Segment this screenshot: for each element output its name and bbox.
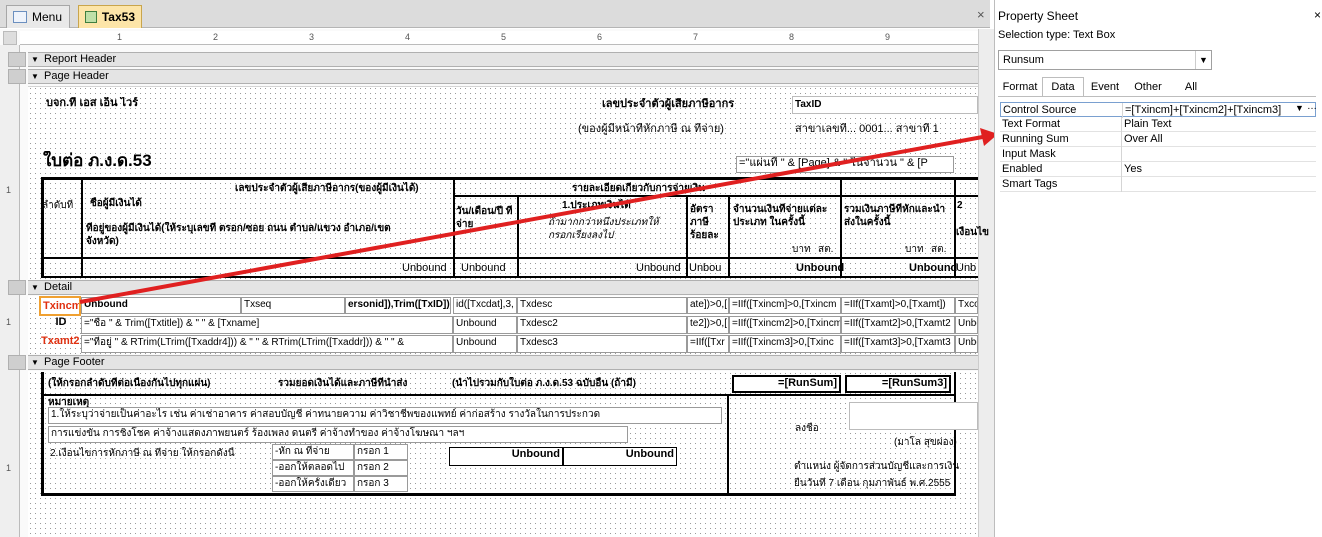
tab-other[interactable]: Other	[1126, 77, 1170, 97]
selection-type: Selection type: Text Box	[998, 29, 1116, 41]
chevron-down-icon[interactable]: ▼	[1295, 103, 1304, 113]
property-row-control-source[interactable]: Control Source =[Txincm]+[Txincm2]+[Txin…	[1000, 101, 1317, 118]
tab-event[interactable]: Event	[1084, 77, 1126, 97]
builder-icon[interactable]: …	[1307, 101, 1317, 112]
property-row-running-sum[interactable]: Running Sum Over All	[1000, 132, 1316, 147]
close-icon[interactable]: ×	[1314, 8, 1321, 22]
chevron-down-icon[interactable]: ▼	[1195, 51, 1211, 69]
property-row-input-mask[interactable]: Input Mask	[1000, 147, 1316, 162]
tab-data[interactable]: Data	[1042, 77, 1084, 97]
annotation-arrow	[79, 128, 998, 304]
tab-all[interactable]: All	[1170, 77, 1212, 97]
property-sheet-title: Property Sheet	[998, 9, 1079, 23]
control-selector-combo[interactable]: Runsum ▼	[998, 50, 1212, 70]
property-row-text-format[interactable]: Text Format Plain Text	[1000, 117, 1316, 132]
property-row-enabled[interactable]: Enabled Yes	[1000, 162, 1316, 177]
tab-format[interactable]: Format	[998, 77, 1042, 97]
property-row-smart-tags[interactable]: Smart Tags	[1000, 177, 1316, 192]
